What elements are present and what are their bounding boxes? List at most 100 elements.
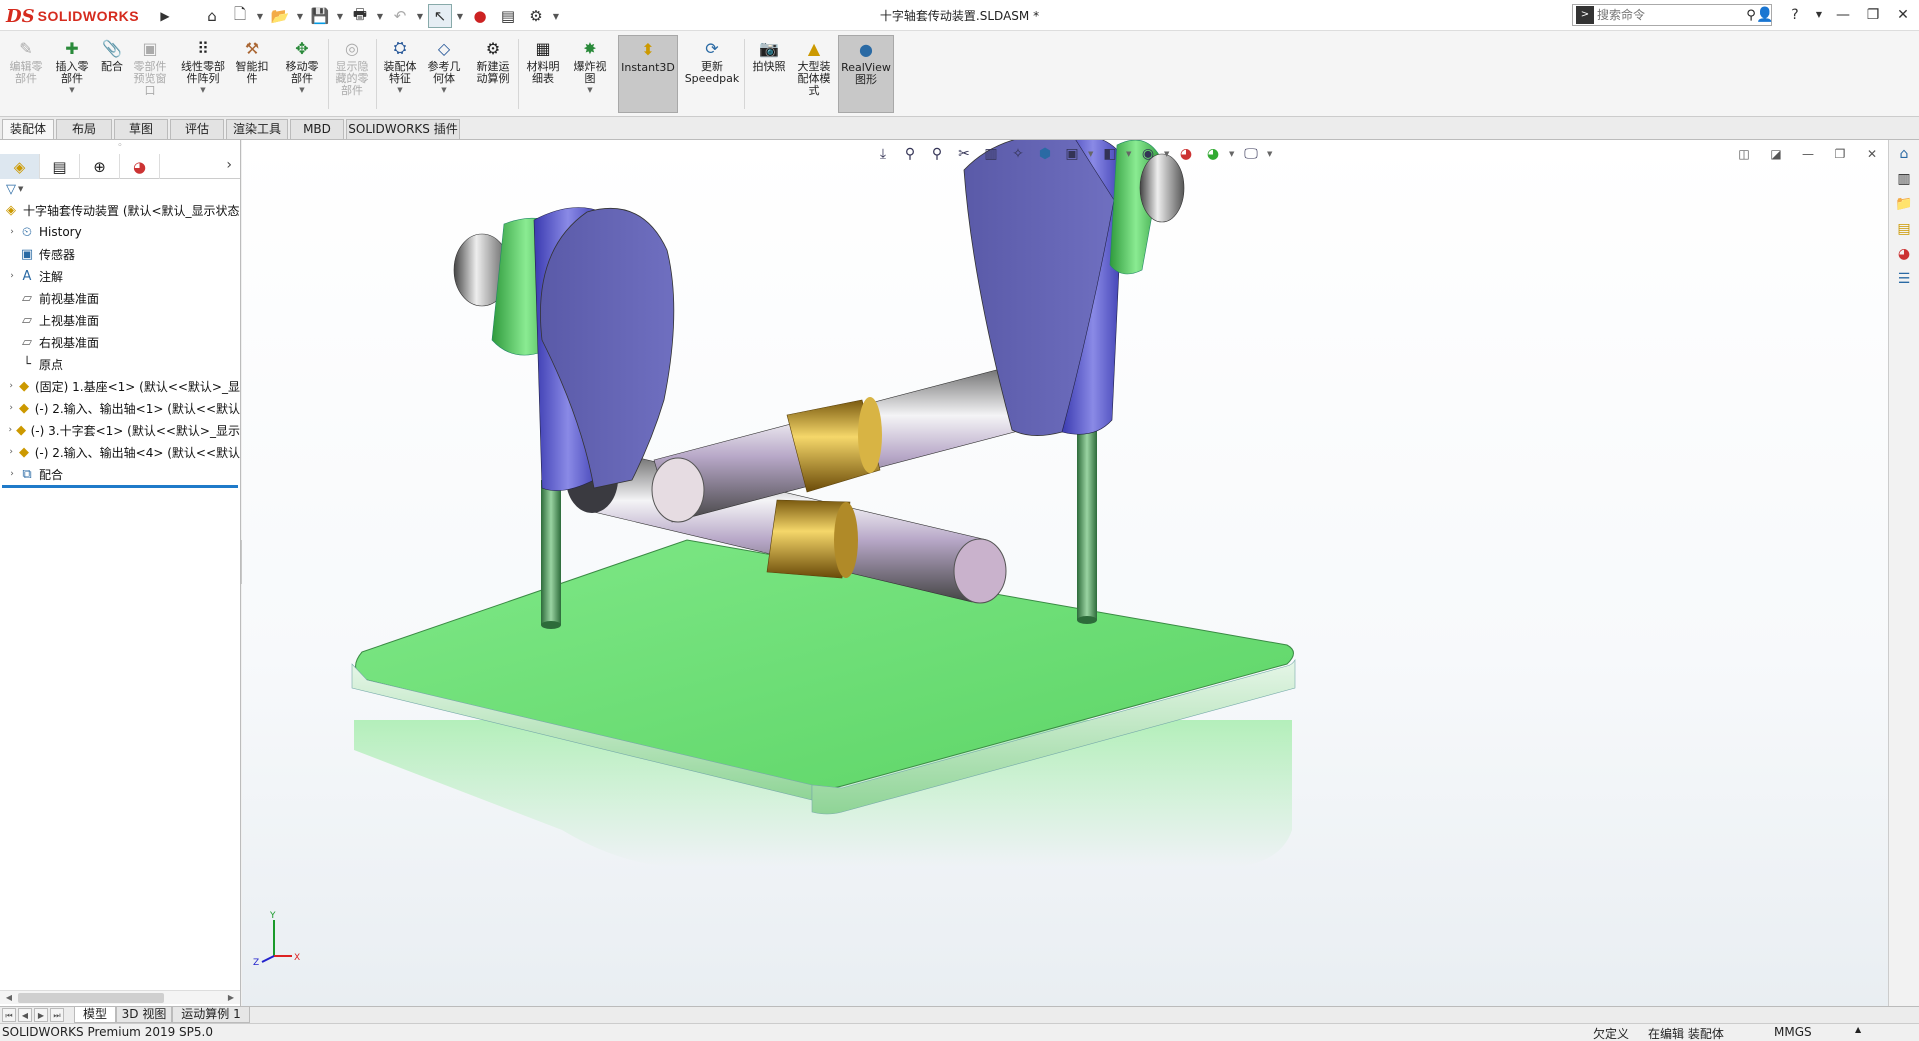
tab-mbd[interactable]: MBD bbox=[290, 119, 344, 139]
viewport-tile-icon[interactable]: ◫ bbox=[1734, 144, 1754, 164]
tree-item-right-plane[interactable]: ▱ 右视基准面 bbox=[0, 331, 240, 353]
scroll-right-icon[interactable]: ▶ bbox=[224, 991, 238, 1005]
viewport-restore-icon[interactable]: ❐ bbox=[1830, 144, 1850, 164]
prev-tab-icon[interactable]: ◀ bbox=[18, 1008, 32, 1022]
tree-item-top-plane[interactable]: ▱ 上视基准面 bbox=[0, 309, 240, 331]
appearances-scenes-icon[interactable]: ◕ bbox=[1891, 243, 1917, 265]
tab-render-tools[interactable]: 渲染工具 bbox=[226, 119, 288, 139]
realview-settings-icon[interactable]: ◕ bbox=[1202, 143, 1224, 165]
tab-evaluate[interactable]: 评估 bbox=[170, 119, 224, 139]
select-dropdown-icon[interactable]: ▼ bbox=[456, 12, 464, 21]
tree-item-history[interactable]: › ⏲ History bbox=[0, 221, 240, 243]
instant3d-button[interactable]: ⬍ Instant3D bbox=[618, 35, 678, 113]
command-prompt-icon[interactable]: > bbox=[1576, 6, 1594, 24]
hide-show-items-icon[interactable]: ▣ bbox=[1061, 143, 1083, 165]
insert-component-dropdown-icon[interactable]: ▼ bbox=[69, 86, 74, 94]
expand-arrow-icon[interactable]: › bbox=[6, 227, 18, 237]
display-manager-tab-icon[interactable]: ◕ bbox=[120, 154, 160, 179]
viewport-close-icon[interactable]: ✕ bbox=[1862, 144, 1882, 164]
next-tab-icon[interactable]: ▶ bbox=[34, 1008, 48, 1022]
right-support-rod[interactable] bbox=[1077, 415, 1097, 620]
file-explorer-icon[interactable]: 📁 bbox=[1891, 193, 1917, 215]
print-icon[interactable]: 🖶 bbox=[348, 4, 372, 28]
save-dropdown-icon[interactable]: ▼ bbox=[336, 12, 344, 21]
linear-pattern-button[interactable]: ⠿ 线性零部 件阵列 ▼ bbox=[176, 35, 230, 113]
mate-button[interactable]: 📎 配合 bbox=[97, 35, 127, 113]
reference-triad[interactable]: Y X Z bbox=[252, 910, 302, 970]
search-command-box[interactable]: > ⚲ ▼ bbox=[1572, 4, 1772, 26]
user-account-icon[interactable]: 👤 bbox=[1755, 5, 1775, 25]
tree-root-assembly[interactable]: ◈ 十字轴套传动装置 (默认<默认_显示状态 bbox=[0, 199, 240, 221]
first-tab-icon[interactable]: ⏮ bbox=[2, 1008, 16, 1022]
expand-arrow-icon[interactable]: › bbox=[6, 403, 16, 413]
open-icon[interactable]: 📂 bbox=[268, 4, 292, 28]
bom-button[interactable]: ▦ 材料明 细表 bbox=[522, 35, 564, 113]
new-motion-study-button[interactable]: ⚙ 新建运 动算例 bbox=[472, 35, 514, 113]
undo-icon[interactable]: ↶ bbox=[388, 4, 412, 28]
tab-motion-study[interactable]: 运动算例 1 bbox=[172, 1007, 250, 1023]
help-dropdown-icon[interactable]: ▼ bbox=[1815, 5, 1823, 25]
viewport-split-icon[interactable]: ◪ bbox=[1766, 144, 1786, 164]
minimize-icon[interactable]: — bbox=[1833, 5, 1853, 25]
hide-show-dropdown-icon[interactable]: ▼ bbox=[1088, 150, 1094, 158]
appearance-dropdown-icon[interactable]: ▼ bbox=[1126, 150, 1132, 158]
assembly-features-button[interactable]: ⛭ 装配体 特征 ▼ bbox=[380, 35, 420, 113]
exploded-view-button[interactable]: ✸ 爆炸视 图 ▼ bbox=[568, 35, 612, 113]
view-settings-icon[interactable]: ◕ bbox=[1175, 143, 1197, 165]
component-preview-button[interactable]: ▣ 零部件 预览窗 口 bbox=[130, 35, 170, 113]
print-dropdown-icon[interactable]: ▼ bbox=[376, 12, 384, 21]
tree-item-origin[interactable]: └ 原点 bbox=[0, 353, 240, 375]
file-properties-icon[interactable]: ▤ bbox=[496, 4, 520, 28]
update-speedpak-button[interactable]: ⟳ 更新 Speedpak bbox=[684, 35, 740, 113]
display-monitor-icon[interactable]: 🖵 bbox=[1240, 143, 1262, 165]
filter-icon[interactable]: ▽ ▼ bbox=[0, 179, 240, 199]
zoom-to-fit-icon[interactable]: ⤓ bbox=[872, 143, 894, 165]
scroll-left-icon[interactable]: ◀ bbox=[2, 991, 16, 1005]
scrollbar-thumb[interactable] bbox=[18, 993, 164, 1003]
horizontal-scrollbar[interactable]: ◀ ▶ bbox=[0, 990, 240, 1004]
apply-scene-icon[interactable]: ◉ bbox=[1137, 143, 1159, 165]
custom-properties-icon[interactable]: ☰ bbox=[1891, 268, 1917, 290]
reference-geometry-button[interactable]: ◇ 参考几 何体 ▼ bbox=[424, 35, 464, 113]
assembly-model-view[interactable] bbox=[242, 140, 1888, 1006]
tab-model[interactable]: 模型 bbox=[74, 1007, 116, 1023]
tab-solidworks-addins[interactable]: SOLIDWORKS 插件 bbox=[346, 119, 460, 139]
help-icon[interactable]: ? bbox=[1785, 5, 1805, 25]
rebuild-traffic-light-icon[interactable]: ● bbox=[468, 4, 492, 28]
tree-item-component[interactable]: › ◆ (-) 3.十字套<1> (默认<<默认>_显示 bbox=[0, 419, 240, 441]
edit-component-button[interactable]: ✎ 编辑零 部件 bbox=[6, 35, 46, 113]
view-settings-dropdown-icon[interactable]: ▼ bbox=[1229, 150, 1235, 158]
solidworks-logo[interactable]: DS SOLIDWORKS bbox=[6, 4, 154, 28]
assembly-features-dropdown-icon[interactable]: ▼ bbox=[397, 86, 402, 94]
exploded-view-dropdown-icon[interactable]: ▼ bbox=[587, 86, 592, 94]
open-dropdown-icon[interactable]: ▼ bbox=[296, 12, 304, 21]
configuration-manager-tab-icon[interactable]: ⊕ bbox=[80, 154, 120, 179]
tab-assembly[interactable]: 装配体 bbox=[2, 119, 54, 139]
design-library-icon[interactable]: ▥ bbox=[1891, 168, 1917, 190]
section-view-icon[interactable]: ✂ bbox=[953, 143, 975, 165]
view-palette-icon[interactable]: ▤ bbox=[1891, 218, 1917, 240]
view-orientation-icon[interactable]: ✧ bbox=[1007, 143, 1029, 165]
expand-arrow-icon[interactable]: › bbox=[6, 271, 18, 281]
panel-grip[interactable]: ◦ bbox=[0, 140, 240, 154]
linear-pattern-dropdown-icon[interactable]: ▼ bbox=[200, 86, 205, 94]
expand-arrow-icon[interactable]: › bbox=[6, 381, 16, 391]
tree-item-mates[interactable]: › ⧉ 配合 bbox=[0, 463, 240, 485]
tab-3d-views[interactable]: 3D 视图 bbox=[116, 1007, 172, 1023]
tab-sketch[interactable]: 草图 bbox=[114, 119, 168, 139]
insert-component-button[interactable]: ✚ 插入零 部件 ▼ bbox=[50, 35, 94, 113]
dynamic-annotation-icon[interactable]: ▥ bbox=[980, 143, 1002, 165]
solidworks-resources-icon[interactable]: ⌂ bbox=[1891, 143, 1917, 165]
tree-item-sensors[interactable]: ▣ 传感器 bbox=[0, 243, 240, 265]
new-document-icon[interactable]: 🗋 bbox=[228, 4, 252, 28]
monitor-dropdown-icon[interactable]: ▼ bbox=[1267, 150, 1273, 158]
unit-dropdown-icon[interactable]: ▲ bbox=[1855, 1025, 1861, 1034]
tree-item-component[interactable]: › ◆ (-) 2.输入、输出轴<4> (默认<<默认 bbox=[0, 441, 240, 463]
search-input[interactable] bbox=[1597, 8, 1741, 22]
new-dropdown-icon[interactable]: ▼ bbox=[256, 12, 264, 21]
scene-dropdown-icon[interactable]: ▼ bbox=[1164, 150, 1170, 158]
options-dropdown-icon[interactable]: ▼ bbox=[552, 12, 560, 21]
expand-arrow-icon[interactable]: › bbox=[6, 447, 16, 457]
expand-arrow-icon[interactable]: › bbox=[6, 469, 18, 479]
smart-fasteners-button[interactable]: ⚒ 智能扣 件 bbox=[234, 35, 270, 113]
